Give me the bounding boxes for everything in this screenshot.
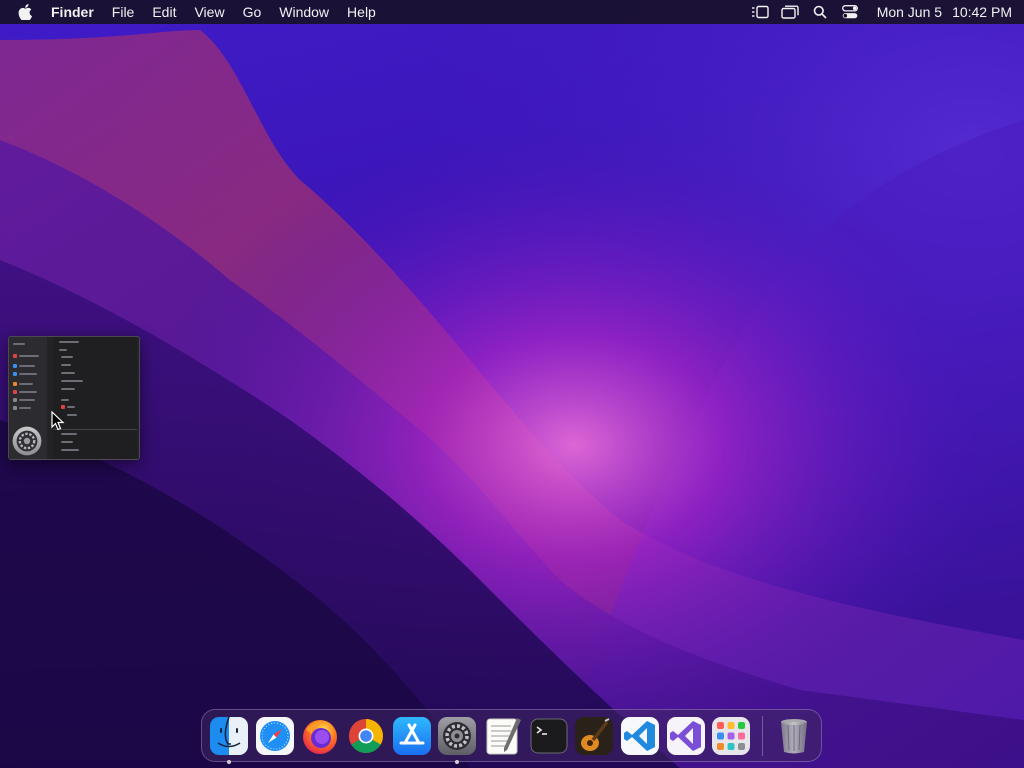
menu-file[interactable]: File (103, 0, 144, 24)
dock-garageband[interactable] (572, 713, 618, 759)
thumbnail-content (53, 337, 137, 459)
menu-window[interactable]: Window (270, 0, 338, 24)
dock-app-store[interactable] (389, 713, 435, 759)
dock-visual-studio[interactable] (663, 713, 709, 759)
app-store-icon (392, 716, 431, 755)
running-indicator (455, 759, 460, 764)
stage-manager-icon[interactable] (745, 0, 775, 24)
control-center-icon[interactable] (835, 0, 865, 24)
system-settings-icon (11, 425, 43, 457)
spotlight-search-icon[interactable] (805, 0, 835, 24)
dock-separator (762, 715, 764, 756)
safari-icon (255, 716, 294, 755)
finder-icon (209, 716, 248, 755)
garageband-icon (575, 716, 614, 755)
menu-bar: Finder File Edit View Go Window Help Mon… (0, 0, 1024, 24)
dock-launchpad[interactable] (709, 713, 755, 759)
dock-vscode[interactable] (617, 713, 663, 759)
menu-help[interactable]: Help (338, 0, 385, 24)
dock-chrome[interactable] (343, 713, 389, 759)
system-settings-window-thumbnail[interactable] (8, 336, 140, 460)
system-settings-icon (438, 716, 477, 755)
dock-trash[interactable] (771, 713, 817, 759)
clock-date: Mon Jun 5 (876, 4, 943, 20)
menu-view[interactable]: View (185, 0, 233, 24)
trash-icon (781, 718, 808, 753)
screen-mirroring-icon[interactable] (775, 0, 805, 24)
desktop-wallpaper (0, 0, 1024, 768)
apple-menu-icon[interactable] (8, 0, 42, 24)
dock-firefox[interactable] (297, 713, 343, 759)
menu-go[interactable]: Go (234, 0, 271, 24)
launchpad-icon (712, 716, 751, 755)
menu-clock[interactable]: Mon Jun 5 10:42 PM (865, 4, 1012, 20)
terminal-icon (530, 718, 568, 753)
mouse-pointer-icon (51, 410, 65, 431)
dock-terminal[interactable] (526, 713, 572, 759)
menu-app-name[interactable]: Finder (42, 0, 103, 24)
dock (201, 709, 822, 764)
dock-textedit[interactable] (480, 713, 526, 759)
vscode-icon (621, 716, 660, 755)
visual-studio-icon (666, 716, 705, 755)
menu-edit[interactable]: Edit (143, 0, 185, 24)
dock-safari[interactable] (252, 713, 298, 759)
clock-time: 10:42 PM (952, 4, 1012, 20)
running-indicator (226, 759, 231, 764)
textedit-icon (486, 717, 521, 754)
chrome-icon (348, 718, 383, 753)
dock-system-settings[interactable] (434, 713, 480, 764)
dock-finder[interactable] (206, 713, 252, 764)
firefox-icon (303, 719, 338, 754)
